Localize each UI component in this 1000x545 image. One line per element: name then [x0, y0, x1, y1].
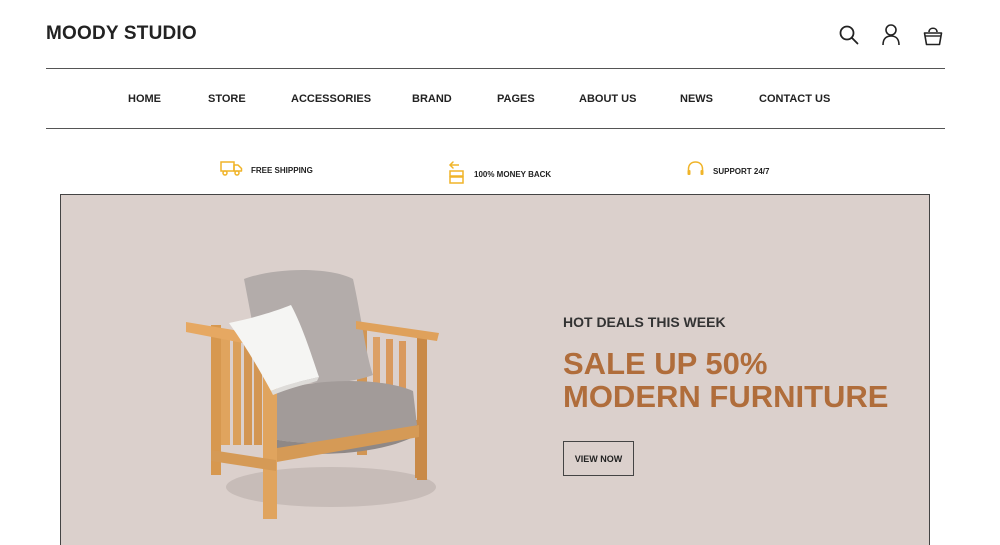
- view-now-button[interactable]: VIEW NOW: [563, 441, 634, 476]
- nav-item-home[interactable]: HOME: [128, 93, 161, 105]
- hero-title-line-2: MODERN FURNITURE: [563, 379, 889, 414]
- nav-item-news[interactable]: NEWS: [680, 93, 713, 105]
- armchair-image: [181, 265, 451, 530]
- hero-title-line-1: SALE UP 50%: [563, 346, 768, 381]
- cart-icon[interactable]: [920, 22, 945, 47]
- logo[interactable]: MOODY STUDIO: [46, 23, 197, 45]
- hero-title: SALE UP 50% MODERN FURNITURE: [563, 347, 889, 413]
- user-icon[interactable]: [878, 22, 903, 47]
- nav-item-about-us[interactable]: ABOUT US: [579, 93, 636, 105]
- feature-label: FREE SHIPPING: [251, 166, 313, 175]
- nav-item-contact-us[interactable]: CONTACT US: [759, 93, 830, 105]
- feature-label: 100% MONEY BACK: [474, 170, 552, 179]
- nav-item-brand[interactable]: BRAND: [412, 93, 452, 105]
- feature-support: SUPPORT 24/7: [686, 160, 769, 183]
- header-icons: [836, 22, 945, 47]
- search-icon[interactable]: [836, 22, 861, 47]
- headset-icon: [686, 160, 705, 183]
- feature-money-back: 100% MONEY BACK: [448, 160, 551, 189]
- hero-kicker: HOT DEALS THIS WEEK: [563, 314, 726, 330]
- hero-banner: HOT DEALS THIS WEEK SALE UP 50% MODERN F…: [60, 194, 930, 545]
- nav-item-pages[interactable]: PAGES: [497, 93, 535, 105]
- features-strip: FREE SHIPPING 100% MONEY BACK SUPPORT 24…: [0, 160, 1000, 186]
- site-header: MOODY STUDIO: [46, 0, 945, 69]
- feature-label: SUPPORT 24/7: [713, 167, 770, 176]
- money-back-icon: [448, 160, 466, 189]
- truck-icon: [220, 160, 243, 181]
- main-nav: HOME STORE ACCESSORIES BRAND PAGES ABOUT…: [46, 69, 945, 129]
- nav-item-store[interactable]: STORE: [208, 93, 246, 105]
- feature-free-shipping: FREE SHIPPING: [220, 160, 313, 181]
- nav-item-accessories[interactable]: ACCESSORIES: [291, 93, 371, 105]
